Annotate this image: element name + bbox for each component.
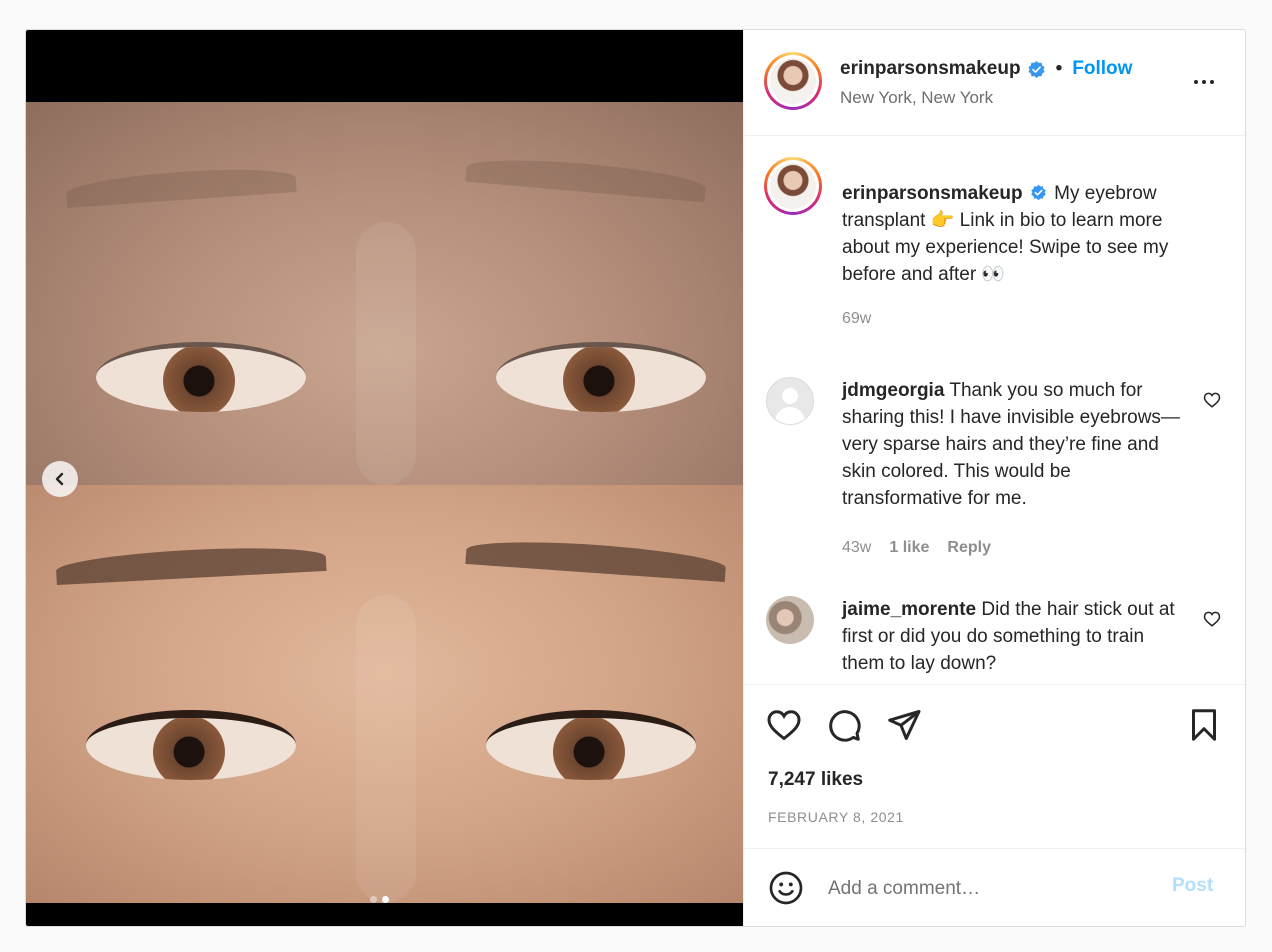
share-icon (888, 710, 921, 740)
caption-text: erinparsonsmakeup My eyebrow transplant … (842, 180, 1214, 288)
right-eye (486, 710, 696, 780)
verified-badge-icon (1031, 184, 1046, 201)
comment-text: jdmgeorgia Thank you so much for sharing… (842, 377, 1182, 512)
caption-username[interactable]: erinparsonsmakeup (842, 183, 1023, 204)
likes-count[interactable]: 7,247 likes (768, 769, 863, 791)
carousel-prev-button[interactable] (42, 461, 78, 497)
more-options-icon (1194, 80, 1198, 84)
verified-badge-icon (1028, 60, 1045, 78)
comment-button[interactable] (824, 705, 864, 745)
emoji-button[interactable] (766, 869, 806, 909)
comments-section[interactable]: erinparsonsmakeup My eyebrow transplant … (744, 137, 1245, 683)
post-location[interactable]: New York, New York (840, 88, 993, 108)
post-media (26, 30, 743, 926)
post-header: erinparsonsmakeup • Follow New York, New… (744, 30, 1245, 136)
right-eyebrow (465, 153, 707, 203)
comment-age[interactable]: 43w (842, 539, 871, 557)
bookmark-icon (1192, 709, 1216, 741)
carousel-indicator (370, 896, 389, 903)
comment-meta: 43w 1 like Reply (842, 539, 991, 557)
after-photo (26, 485, 743, 903)
left-eye (86, 710, 296, 780)
left-eye (96, 342, 306, 412)
commenter-avatar[interactable] (766, 596, 814, 644)
left-eyebrow (65, 164, 297, 208)
comment-likes[interactable]: 1 like (889, 539, 929, 557)
comment-like-button[interactable] (1202, 391, 1222, 411)
nose-bridge (356, 595, 416, 903)
post-comment-button[interactable]: Post (1172, 875, 1213, 897)
caption-age[interactable]: 69w (842, 310, 871, 328)
commenter-username[interactable]: jaime_morente (842, 599, 976, 620)
post-side-panel: erinparsonsmakeup • Follow New York, New… (743, 30, 1245, 926)
comment-text: jaime_morente Did the hair stick out at … (842, 596, 1182, 677)
comment-like-button[interactable] (1202, 610, 1222, 630)
post-date[interactable]: FEBRUARY 8, 2021 (768, 809, 904, 825)
post-actions: 7,247 likes FEBRUARY 8, 2021 (744, 684, 1245, 844)
add-comment-bar: Post (744, 848, 1245, 926)
save-button[interactable] (1184, 705, 1224, 745)
author-avatar[interactable] (764, 52, 822, 110)
instagram-post: erinparsonsmakeup • Follow New York, New… (25, 29, 1246, 927)
emoji-icon (769, 871, 803, 904)
heart-icon (767, 710, 801, 741)
carousel-dot (370, 896, 377, 903)
right-eyebrow (465, 535, 727, 583)
commenter-username[interactable]: jdmgeorgia (842, 380, 944, 401)
caption-avatar[interactable] (764, 157, 822, 215)
like-button[interactable] (764, 705, 804, 745)
chevron-left-icon (55, 472, 64, 486)
header-separator: • (1055, 58, 1063, 79)
commenter-avatar[interactable] (766, 377, 814, 425)
share-button[interactable] (884, 705, 924, 745)
heart-icon (1203, 392, 1221, 408)
comment-icon (829, 710, 861, 742)
follow-button[interactable]: Follow (1072, 58, 1132, 80)
heart-icon (1203, 611, 1221, 627)
left-eyebrow (55, 542, 327, 586)
before-photo (26, 102, 743, 485)
carousel-dot-active (382, 896, 389, 903)
reply-button[interactable]: Reply (947, 539, 991, 557)
more-options-button[interactable] (1184, 70, 1224, 94)
nose-bridge (356, 222, 416, 485)
comment-input[interactable] (828, 873, 1158, 905)
right-eye (496, 342, 706, 412)
author-username[interactable]: erinparsonsmakeup (840, 58, 1021, 80)
